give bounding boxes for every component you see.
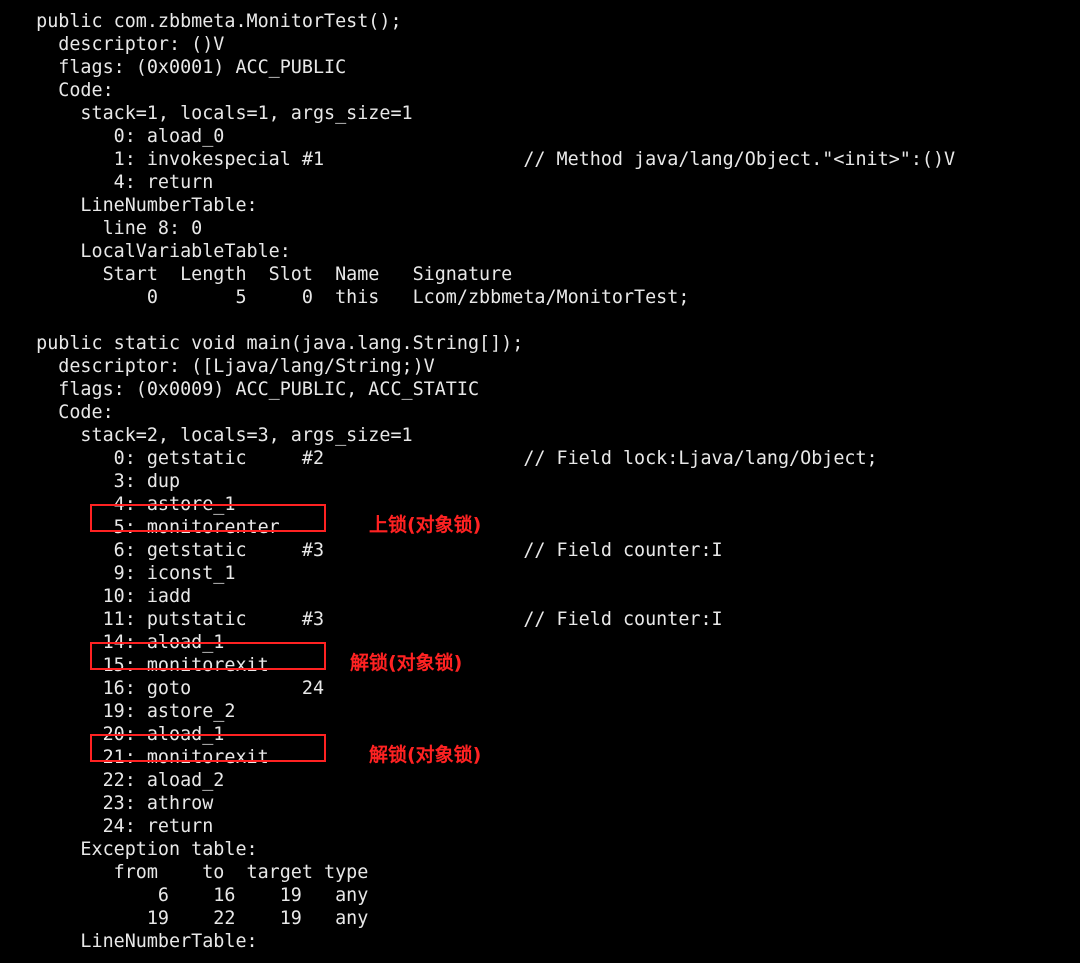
code-line (14, 309, 1066, 332)
code-line: 11: putstatic #3 // Field counter:I (14, 608, 1066, 631)
code-line: 1: invokespecial #1 // Method java/lang/… (14, 148, 1066, 171)
bytecode-listing: public com.zbbmeta.MonitorTest(); descri… (14, 10, 1066, 953)
code-line: 0 5 0 this Lcom/zbbmeta/MonitorTest; (14, 286, 1066, 309)
code-line: descriptor: ([Ljava/lang/String;)V (14, 355, 1066, 378)
code-line: 0: getstatic #2 // Field lock:Ljava/lang… (14, 447, 1066, 470)
code-line: flags: (0x0009) ACC_PUBLIC, ACC_STATIC (14, 378, 1066, 401)
code-line: 4: return (14, 171, 1066, 194)
code-line: 3: dup (14, 470, 1066, 493)
code-line: 4: astore_1 (14, 493, 1066, 516)
code-line: 10: iadd (14, 585, 1066, 608)
code-line: 23: athrow (14, 792, 1066, 815)
annotation-unlock-2: 解锁(对象锁) (369, 744, 481, 768)
code-line: 24: return (14, 815, 1066, 838)
code-line: 9: iconst_1 (14, 562, 1066, 585)
code-line: 16: goto 24 (14, 677, 1066, 700)
annotation-unlock-1: 解锁(对象锁) (350, 652, 462, 676)
code-line: 6: getstatic #3 // Field counter:I (14, 539, 1066, 562)
code-line: Code: (14, 79, 1066, 102)
code-line: 20: aload_1 (14, 723, 1066, 746)
code-line: Code: (14, 401, 1066, 424)
code-line: public static void main(java.lang.String… (14, 332, 1066, 355)
code-line: 5: monitorenter上锁(对象锁) (14, 516, 1066, 539)
code-line: LineNumberTable: (14, 194, 1066, 217)
code-line: Exception table: (14, 838, 1066, 861)
code-line: 0: aload_0 (14, 125, 1066, 148)
code-line: 6 16 19 any (14, 884, 1066, 907)
code-line: LineNumberTable: (14, 930, 1066, 953)
code-line: stack=1, locals=1, args_size=1 (14, 102, 1066, 125)
code-line: line 8: 0 (14, 217, 1066, 240)
code-line: stack=2, locals=3, args_size=1 (14, 424, 1066, 447)
code-line: LocalVariableTable: (14, 240, 1066, 263)
code-line: 14: aload_1 (14, 631, 1066, 654)
annotation-lock: 上锁(对象锁) (369, 514, 481, 538)
code-line: 15: monitorexit解锁(对象锁) (14, 654, 1066, 677)
code-line: from to target type (14, 861, 1066, 884)
code-line: 21: monitorexit解锁(对象锁) (14, 746, 1066, 769)
code-line: flags: (0x0001) ACC_PUBLIC (14, 56, 1066, 79)
code-line: 19 22 19 any (14, 907, 1066, 930)
code-line: 19: astore_2 (14, 700, 1066, 723)
code-line: 22: aload_2 (14, 769, 1066, 792)
code-line: public com.zbbmeta.MonitorTest(); (14, 10, 1066, 33)
code-line: Start Length Slot Name Signature (14, 263, 1066, 286)
code-line: descriptor: ()V (14, 33, 1066, 56)
